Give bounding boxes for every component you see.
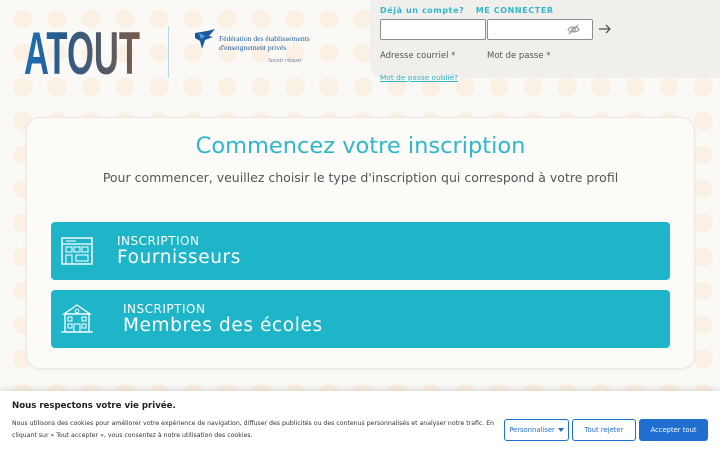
fedeep-slogan: Savoir réussir	[268, 58, 302, 64]
email-input[interactable]	[380, 19, 486, 40]
arrow-right-icon[interactable]	[598, 23, 612, 35]
school-members-label: Membres des écoles	[123, 315, 323, 336]
chevron-down-icon	[557, 428, 564, 432]
reject-all-button[interactable]: Tout rejeter	[572, 419, 636, 441]
cookie-title: Nous respectons votre vie privée.	[12, 401, 176, 411]
accept-all-button[interactable]: Accepter tout	[639, 419, 708, 441]
email-label: Adresse courriel *	[380, 51, 456, 61]
connect-link[interactable]: ME CONNECTER	[476, 6, 554, 15]
suppliers-label: Fournisseurs	[117, 247, 241, 268]
registration-card: Commencez votre inscription Pour commenc…	[26, 117, 695, 369]
suppliers-kicker: INSCRIPTION	[117, 234, 200, 248]
eye-slash-icon[interactable]	[567, 23, 580, 36]
login-header: Déjà un compte? ME CONNECTER	[380, 6, 554, 15]
login-panel: Déjà un compte? ME CONNECTER Adresse cou…	[370, 0, 720, 82]
cookie-text: Nous utilisons des cookies pour améliore…	[12, 420, 495, 439]
logo-separator	[168, 26, 169, 78]
page-title: Commencez votre inscription	[195, 133, 526, 159]
school-icon	[61, 304, 93, 333]
register-suppliers-button[interactable]: INSCRIPTION Fournisseurs	[51, 222, 670, 280]
cookie-banner: Nous respectons votre vie privée. Nous u…	[0, 391, 720, 450]
customize-label: Personnaliser	[509, 426, 555, 434]
fedeep-name: Fédération des établissements d'enseigne…	[219, 34, 310, 52]
atout-logo-mark: ATOUT	[24, 20, 140, 87]
atout-logo[interactable]: ATOUT	[24, 20, 142, 87]
fedeep-logo[interactable]: Fédération des établissements d'enseigne…	[193, 24, 323, 70]
school-members-kicker: INSCRIPTION	[123, 302, 206, 316]
password-label: Mot de passe *	[487, 51, 551, 61]
forgot-password-link[interactable]: Mot de passe oublié?	[380, 73, 458, 82]
svg-text:ATOUT: ATOUT	[24, 22, 140, 78]
register-school-members-button[interactable]: INSCRIPTION Membres des écoles	[51, 290, 670, 348]
already-account-label: Déjà un compte?	[380, 6, 465, 15]
customize-button[interactable]: Personnaliser	[504, 419, 569, 441]
page-subtitle: Pour commencer, veuillez choisir le type…	[102, 170, 619, 185]
building-icon	[61, 237, 93, 265]
bird-logo-icon	[195, 29, 215, 49]
